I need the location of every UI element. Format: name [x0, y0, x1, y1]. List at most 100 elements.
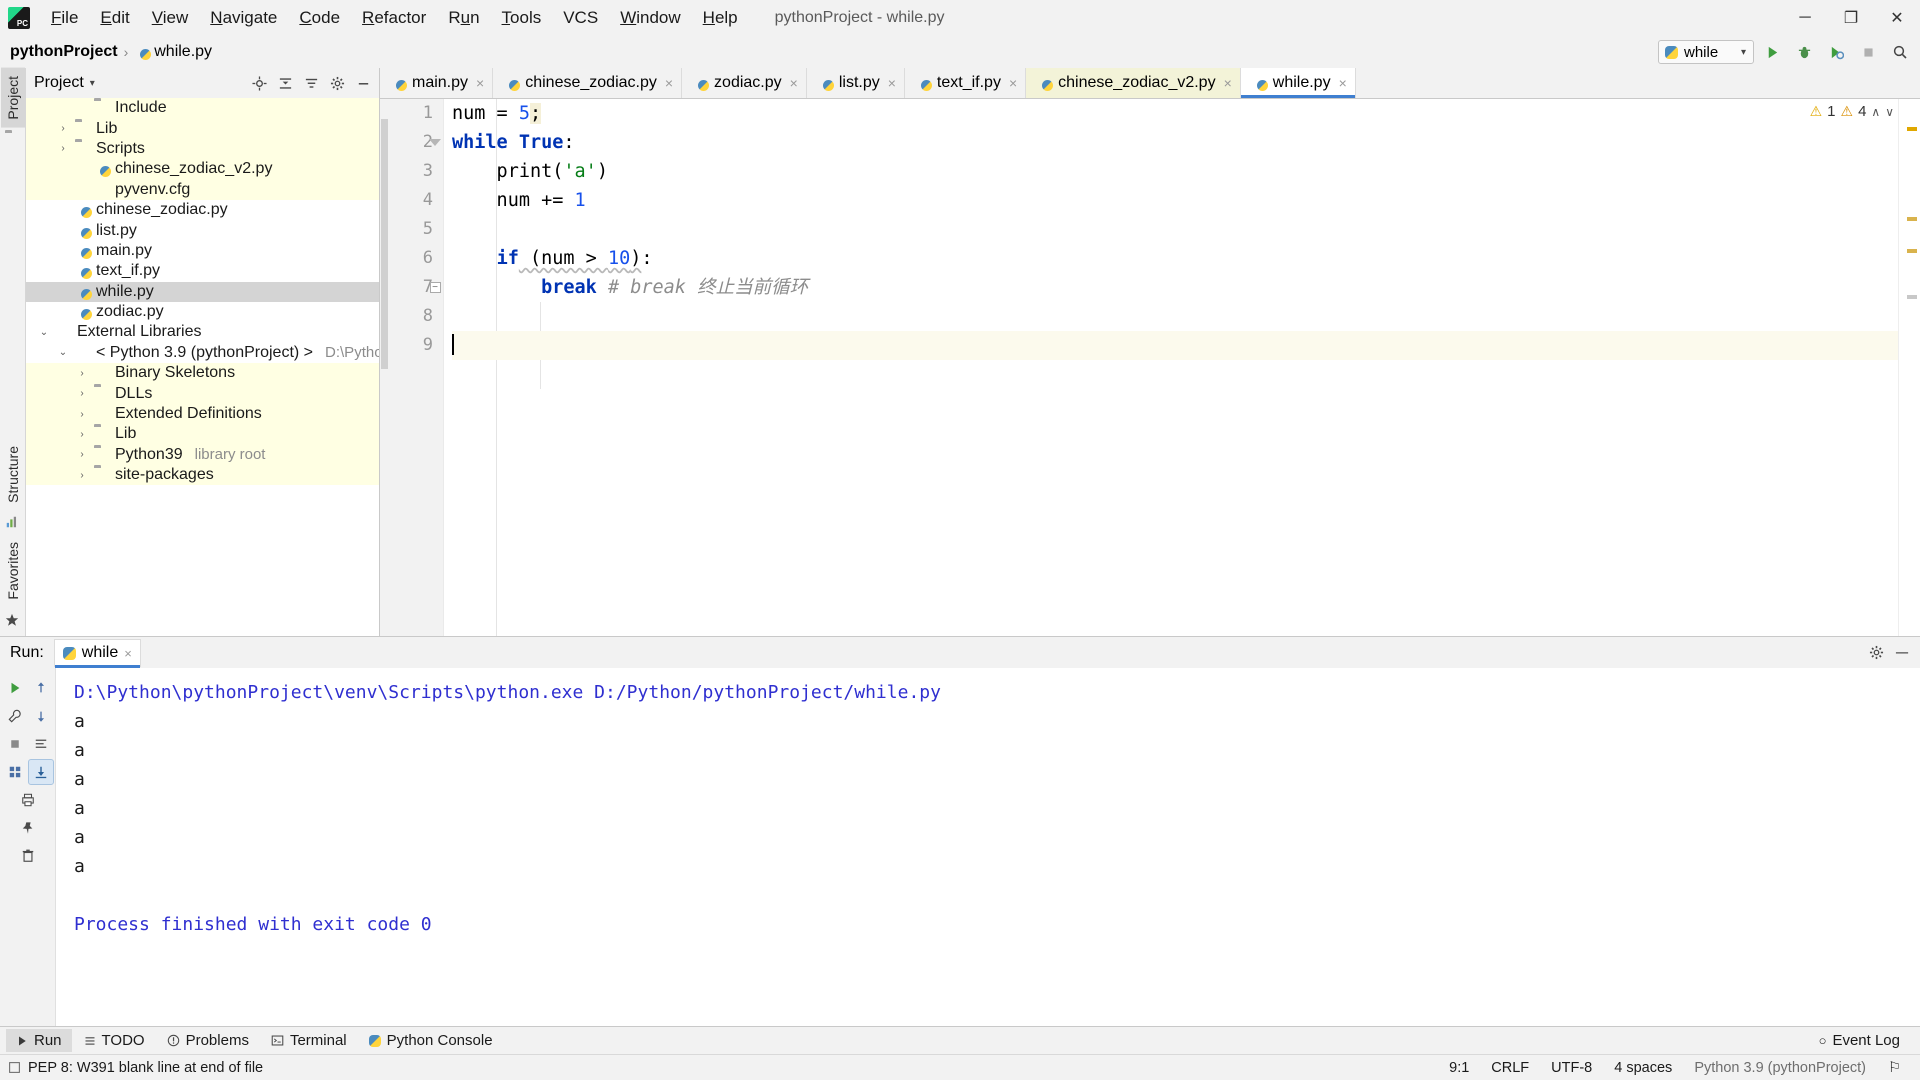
gear-icon[interactable] — [325, 71, 349, 95]
menu-refactor[interactable]: Refactor — [351, 3, 437, 33]
tool-window-python-console[interactable]: Python Console — [359, 1029, 503, 1052]
tree-twisty[interactable]: ⌄ — [37, 327, 51, 338]
lock-icon[interactable]: ⚐ — [1877, 1060, 1912, 1076]
menu-code[interactable]: Code — [288, 3, 351, 33]
maximize-button[interactable]: ❐ — [1828, 0, 1874, 36]
tree-item-python39[interactable]: › Python39 library root — [26, 444, 379, 466]
tree-item-text-if-py[interactable]: text_if.py — [26, 261, 379, 281]
tree-twisty[interactable]: › — [75, 429, 89, 440]
editor-gutter[interactable]: 123456789 − — [380, 99, 444, 636]
expand-icon[interactable] — [299, 71, 323, 95]
code-line[interactable] — [452, 331, 1898, 360]
close-icon[interactable]: × — [665, 75, 673, 91]
code-line[interactable]: num += 1 — [452, 186, 1898, 215]
menu-tools[interactable]: Tools — [491, 3, 553, 33]
run-configuration-selector[interactable]: while ▾ — [1658, 40, 1754, 64]
editor-tab-list-py[interactable]: list.py × — [806, 68, 905, 98]
inspection-widget[interactable]: ⚠ 1 ⚠ 4 ∧ ∨ — [1810, 103, 1894, 120]
run-tab-while[interactable]: while × — [53, 638, 141, 668]
tree-item-binary-skeletons[interactable]: › Binary Skeletons — [26, 363, 379, 384]
code-line[interactable]: break # break 终止当前循环 — [452, 273, 1898, 302]
scroll-to-end-button[interactable] — [27, 759, 54, 785]
python-interpreter[interactable]: Python 3.9 (pythonProject) — [1683, 1060, 1877, 1076]
hide-panel-icon[interactable] — [351, 71, 375, 95]
trash-button[interactable] — [15, 843, 41, 869]
down-stack-button[interactable] — [28, 703, 54, 729]
code-line[interactable]: while True: — [452, 128, 1898, 157]
sidebar-tab-project[interactable]: Project — [0, 68, 25, 128]
menu-navigate[interactable]: Navigate — [199, 3, 288, 33]
project-tree[interactable]: Include › Lib › Scripts chinese_zodiac_v2.py p… — [26, 98, 379, 636]
menu-vcs[interactable]: VCS — [552, 3, 609, 33]
close-icon[interactable]: × — [888, 75, 896, 91]
pin-button[interactable] — [15, 815, 41, 841]
chevron-down-icon[interactable]: ▾ — [90, 78, 95, 89]
search-everywhere-icon[interactable] — [1886, 39, 1914, 65]
stop-button[interactable] — [2, 731, 28, 757]
code-editor[interactable]: num = 5; while True: print('a') num += 1 … — [444, 99, 1898, 636]
code-fold-column[interactable]: − — [427, 99, 443, 302]
breadcrumb-file[interactable]: while.py — [154, 43, 212, 61]
tree-twisty[interactable]: › — [75, 388, 89, 399]
close-button[interactable]: ✕ — [1874, 0, 1920, 36]
menu-view[interactable]: View — [141, 3, 200, 33]
menu-help[interactable]: Help — [692, 3, 749, 33]
console-line[interactable]: D:\Python\pythonProject\venv\Scripts\pyt… — [74, 678, 1920, 707]
close-icon[interactable]: × — [790, 75, 798, 91]
grid-button[interactable] — [2, 759, 28, 785]
sidebar-tab-favorites[interactable]: Favorites — [1, 534, 25, 608]
caret-position[interactable]: 9:1 — [1438, 1060, 1480, 1076]
stop-button[interactable] — [1854, 39, 1882, 65]
tree-item-chinese-zodiac-py[interactable]: chinese_zodiac.py — [26, 200, 379, 220]
tree-item-pyvenv-cfg[interactable]: pyvenv.cfg — [26, 179, 379, 200]
soft-wrap-button[interactable] — [28, 731, 54, 757]
tree-item-external-libraries[interactable]: ⌄ External Libraries — [26, 322, 379, 342]
menu-window[interactable]: Window — [609, 3, 691, 33]
editor-tab-chinese-zodiac-py[interactable]: chinese_zodiac.py × — [493, 68, 683, 98]
tree-item-zodiac-py[interactable]: zodiac.py — [26, 302, 379, 322]
coverage-button[interactable] — [1822, 39, 1850, 65]
wrench-button[interactable] — [2, 703, 28, 729]
editor-tab-while-py[interactable]: while.py × — [1240, 68, 1356, 98]
tool-window-terminal[interactable]: Terminal — [261, 1029, 357, 1052]
tool-window-problems[interactable]: Problems — [157, 1029, 259, 1052]
chevron-down-icon[interactable]: ∨ — [1885, 105, 1894, 119]
run-button[interactable] — [1758, 39, 1786, 65]
line-separator[interactable]: CRLF — [1480, 1060, 1540, 1076]
debug-button[interactable] — [1790, 39, 1818, 65]
tree-twisty[interactable]: ⌄ — [56, 347, 70, 358]
tree-item-include[interactable]: Include — [26, 98, 379, 119]
event-log-button[interactable]: ○ Event Log — [1809, 1029, 1910, 1052]
tree-item-extended-definitions[interactable]: › Extended Definitions — [26, 403, 379, 425]
editor-tab-text-if-py[interactable]: text_if.py × — [904, 68, 1027, 98]
tree-item-dlls[interactable]: › DLLs — [26, 383, 379, 404]
menu-edit[interactable]: Edit — [89, 3, 140, 33]
inspection-marker[interactable] — [1907, 217, 1917, 221]
code-line[interactable] — [452, 215, 1898, 244]
tree-item-list-py[interactable]: list.py — [26, 220, 379, 240]
print-button[interactable] — [15, 787, 41, 813]
close-icon[interactable]: × — [1009, 75, 1017, 91]
tree-twisty[interactable]: › — [75, 470, 89, 481]
up-stack-button[interactable] — [28, 675, 54, 701]
console-output[interactable]: D:\Python\pythonProject\venv\Scripts\pyt… — [56, 668, 1920, 1026]
inspection-marker[interactable] — [1907, 249, 1917, 253]
tree-item-site-packages[interactable]: › site-packages — [26, 465, 379, 486]
rerun-button[interactable] — [2, 675, 28, 701]
tree-item-lib[interactable]: › Lib — [26, 424, 379, 445]
editor-tab-zodiac-py[interactable]: zodiac.py × — [682, 68, 807, 98]
tree-item-while-py[interactable]: while.py — [26, 281, 379, 302]
collapse-all-icon[interactable] — [273, 71, 297, 95]
tree-item-lib[interactable]: › Lib — [26, 118, 379, 139]
tree-item-python-3-9-pythonproject[interactable]: ⌄ < Python 3.9 (pythonProject) > D:\Python… — [26, 343, 379, 363]
close-icon[interactable]: × — [1224, 75, 1232, 91]
indent-setting[interactable]: 4 spaces — [1603, 1060, 1683, 1076]
gear-icon[interactable] — [1864, 641, 1888, 665]
code-line[interactable]: if (num > 10): — [452, 244, 1898, 273]
inspection-marker-column[interactable] — [1898, 99, 1920, 636]
code-line[interactable] — [452, 302, 1898, 331]
fold-marker-while[interactable] — [427, 128, 443, 157]
close-icon[interactable]: × — [476, 75, 484, 91]
file-encoding[interactable]: UTF-8 — [1540, 1060, 1603, 1076]
inspection-marker[interactable] — [1907, 295, 1917, 299]
